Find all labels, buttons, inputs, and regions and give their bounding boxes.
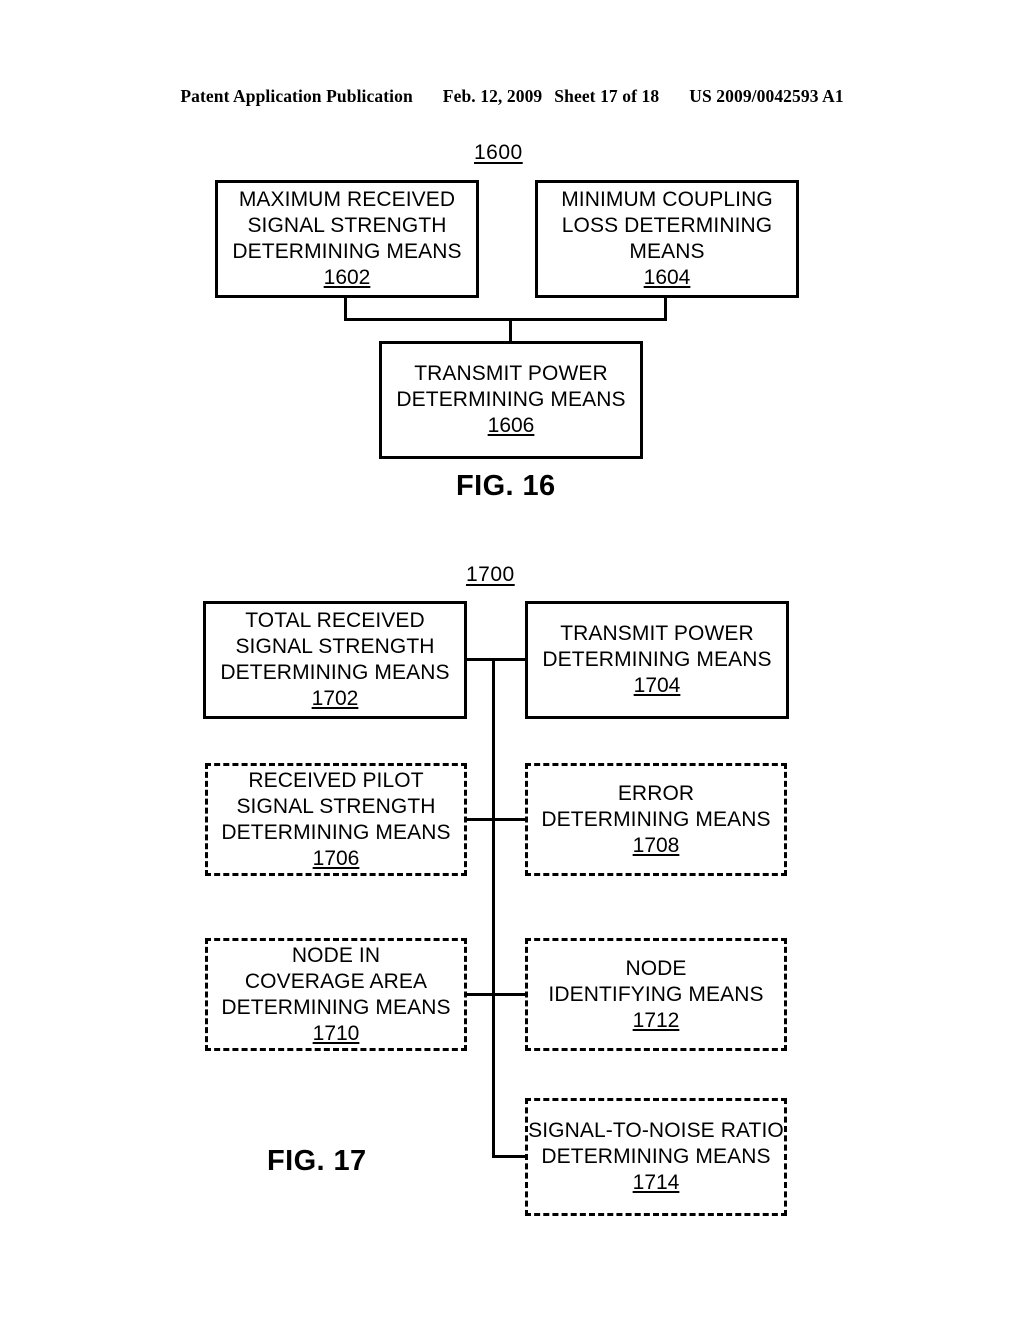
- box-1708-error-determining-means: ERROR DETERMINING MEANS 1708: [525, 763, 787, 876]
- box-1604-line-1: MINIMUM COUPLING: [561, 188, 773, 211]
- box-1602-maximum-received-signal-strength-determining-means: MAXIMUM RECEIVED SIGNAL STRENGTH DETERMI…: [215, 180, 479, 298]
- box-1708-line-2: DETERMINING MEANS: [541, 807, 771, 831]
- box-1702-line-1: TOTAL RECEIVED: [245, 609, 425, 632]
- header-patent-number: US 2009/0042593 A1: [689, 86, 844, 106]
- box-1708-line-1: ERROR: [617, 781, 695, 805]
- patent-drawing-page: Patent Application Publication Feb. 12, 2…: [0, 0, 1024, 1320]
- connector-horizontal-bus-fig16: [344, 318, 667, 321]
- figure-16-reference-numeral: 1600: [474, 141, 523, 164]
- box-1710-line-1: NODE IN: [291, 943, 381, 967]
- box-1606-line-1: TRANSMIT POWER: [414, 362, 608, 385]
- box-1702-reference-numeral: 1702: [311, 687, 359, 710]
- box-1604-reference-numeral: 1604: [643, 266, 691, 289]
- box-1714-line-1: SIGNAL-TO-NOISE RATIO: [528, 1119, 784, 1142]
- box-1702-total-received-signal-strength-determining-means: TOTAL RECEIVED SIGNAL STRENGTH DETERMINI…: [203, 601, 467, 719]
- box-1712-line-2: IDENTIFYING MEANS: [548, 982, 764, 1006]
- box-1704-line-2: DETERMINING MEANS: [542, 648, 772, 671]
- box-1604-line-2: LOSS DETERMINING: [561, 214, 773, 237]
- box-1708-reference-numeral: 1708: [632, 833, 680, 857]
- box-1714-reference-numeral: 1714: [632, 1171, 680, 1194]
- box-1710-reference-numeral: 1710: [312, 1021, 360, 1045]
- box-1710-line-2: COVERAGE AREA: [244, 969, 428, 993]
- box-1702-line-2: SIGNAL STRENGTH: [235, 635, 435, 658]
- figure-17-reference-numeral: 1700: [466, 563, 515, 586]
- box-1606-reference-numeral: 1606: [487, 414, 535, 437]
- figure-16-caption: FIG. 16: [456, 470, 556, 502]
- box-1602-line-2: SIGNAL STRENGTH: [247, 214, 447, 237]
- box-1714-signal-to-noise-ratio-determining-means: SIGNAL-TO-NOISE RATIO DETERMINING MEANS …: [525, 1098, 787, 1216]
- box-1704-reference-numeral: 1704: [633, 674, 681, 697]
- box-1606-transmit-power-determining-means: TRANSMIT POWER DETERMINING MEANS 1606: [379, 341, 643, 459]
- box-1706-reference-numeral: 1706: [312, 846, 360, 870]
- box-1704-line-1: TRANSMIT POWER: [560, 622, 754, 645]
- connector-vertical-spine-fig17: [492, 658, 495, 1158]
- header-sheet: Sheet 17 of 18: [554, 86, 660, 106]
- header-date: Feb. 12, 2009: [442, 86, 543, 106]
- box-1702-line-3: DETERMINING MEANS: [220, 661, 450, 684]
- box-1706-received-pilot-signal-strength-determining-means: RECEIVED PILOT SIGNAL STRENGTH DETERMINI…: [205, 763, 467, 876]
- box-1604-line-3: MEANS: [629, 240, 705, 263]
- header-publication: Patent Application Publication: [180, 86, 413, 106]
- box-1706-line-1: RECEIVED PILOT: [248, 768, 424, 792]
- connector-spine-to-1714: [492, 1155, 526, 1158]
- box-1712-line-1: NODE: [625, 956, 687, 980]
- connector-1702-to-spine: [467, 658, 493, 661]
- figure-17-caption: FIG. 17: [267, 1145, 367, 1177]
- connector-spine-to-1712: [492, 993, 526, 996]
- box-1602-reference-numeral: 1602: [323, 266, 371, 289]
- connector-spine-to-1708: [492, 818, 526, 821]
- box-1706-line-2: SIGNAL STRENGTH: [236, 794, 436, 818]
- box-1704-transmit-power-determining-means: TRANSMIT POWER DETERMINING MEANS 1704: [525, 601, 789, 719]
- page-header: Patent Application Publication Feb. 12, 2…: [0, 86, 1024, 107]
- box-1714-line-2: DETERMINING MEANS: [541, 1145, 771, 1168]
- box-1706-line-3: DETERMINING MEANS: [221, 820, 451, 844]
- box-1604-minimum-coupling-loss-determining-means: MINIMUM COUPLING LOSS DETERMINING MEANS …: [535, 180, 799, 298]
- connector-bus-to-1606: [509, 318, 512, 343]
- connector-1710-to-spine: [467, 993, 493, 996]
- connector-spine-to-1704: [492, 658, 526, 661]
- box-1710-node-in-coverage-area-determining-means: NODE IN COVERAGE AREA DETERMINING MEANS …: [205, 938, 467, 1051]
- box-1602-line-3: DETERMINING MEANS: [232, 240, 462, 263]
- box-1712-reference-numeral: 1712: [632, 1008, 680, 1032]
- box-1606-line-2: DETERMINING MEANS: [396, 388, 626, 411]
- box-1712-node-identifying-means: NODE IDENTIFYING MEANS 1712: [525, 938, 787, 1051]
- box-1710-line-3: DETERMINING MEANS: [221, 995, 451, 1019]
- connector-1706-to-spine: [467, 818, 493, 821]
- box-1602-line-1: MAXIMUM RECEIVED: [238, 188, 456, 211]
